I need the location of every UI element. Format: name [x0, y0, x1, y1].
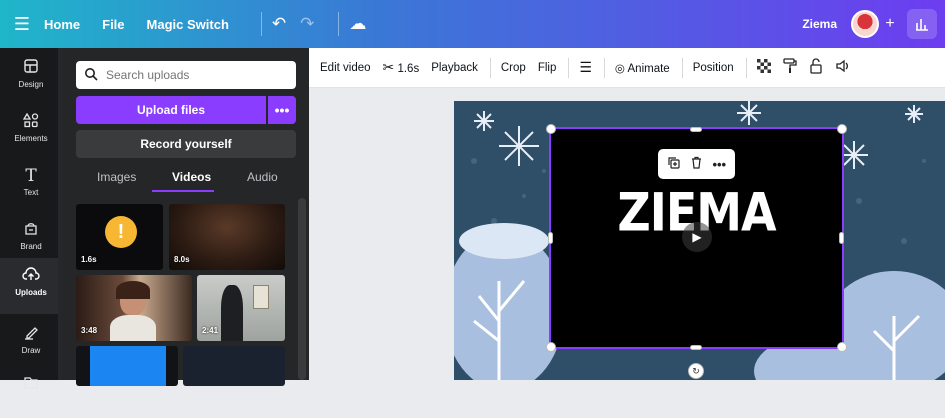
text-icon: T — [25, 166, 37, 186]
flip-button[interactable]: Flip — [538, 62, 557, 74]
resize-handle[interactable] — [690, 127, 702, 132]
lock-icon[interactable] — [809, 58, 823, 77]
divider — [603, 57, 605, 78]
floating-toolbar: ••• — [658, 149, 735, 179]
playback-button[interactable]: Playback — [431, 62, 478, 74]
trash-icon[interactable] — [690, 156, 703, 172]
uploads-panel: Upload files ••• Record yourself Images … — [62, 48, 309, 386]
video-duration: 1.6s — [81, 255, 97, 264]
rail-item-elements[interactable]: Elements — [0, 104, 62, 156]
folder-icon — [0, 374, 62, 394]
rail-label: Brand — [20, 242, 42, 251]
home-link[interactable]: Home — [44, 17, 80, 32]
transparency-icon[interactable] — [756, 59, 771, 76]
resize-handle[interactable] — [837, 124, 847, 134]
cloud-upload-icon — [0, 266, 62, 286]
cloud-saved-icon[interactable]: ☁ — [349, 14, 366, 34]
video-thumbnail[interactable] — [76, 346, 178, 386]
scissors-icon: ✂ — [382, 59, 395, 75]
tab-images[interactable]: Images — [97, 170, 136, 184]
video-thumbnail[interactable]: 3:48 — [76, 275, 192, 341]
border-style-icon[interactable]: ☰ — [579, 59, 592, 76]
side-rail: Design Elements T Text Brand Uploads Dra… — [0, 48, 62, 389]
search-icon — [84, 67, 98, 84]
divider — [681, 57, 683, 78]
search-input[interactable] — [106, 68, 286, 82]
rail-label: Draw — [21, 346, 41, 355]
resize-handle[interactable] — [548, 232, 553, 244]
upload-files-button[interactable]: Upload files — [76, 96, 266, 124]
blue-frame — [90, 346, 166, 386]
rail-label: Uploads — [15, 288, 47, 297]
shapes-icon — [0, 112, 62, 132]
magic-switch-button[interactable]: Magic Switch — [147, 17, 229, 32]
search-box[interactable] — [76, 61, 296, 89]
insights-icon[interactable] — [907, 9, 937, 39]
record-yourself-button[interactable]: Record yourself — [76, 130, 296, 158]
divider — [260, 12, 262, 36]
video-thumbnail[interactable]: 2:41 — [197, 275, 285, 341]
panel-scrollbar[interactable] — [298, 198, 306, 380]
rail-item-brand[interactable]: Brand — [0, 212, 62, 264]
rail-item-draw[interactable]: Draw — [0, 316, 62, 368]
edit-video-button[interactable]: Edit video — [320, 62, 371, 74]
rail-item-projects[interactable] — [0, 366, 62, 418]
animate-label: Animate — [627, 62, 670, 75]
rail-item-uploads[interactable]: Uploads — [0, 258, 62, 314]
add-collaborator-button[interactable]: + — [879, 10, 901, 38]
rail-item-design[interactable]: Design — [0, 50, 62, 102]
divider — [745, 57, 747, 78]
video-duration: 3:48 — [81, 326, 98, 335]
file-menu[interactable]: File — [102, 17, 124, 32]
hamburger-menu-icon[interactable]: ☰ — [0, 0, 44, 48]
trim-button[interactable]: ✂ 1.6s — [383, 59, 420, 76]
position-button[interactable]: Position — [693, 62, 734, 74]
hair-shape — [116, 281, 150, 299]
crop-button[interactable]: Crop — [501, 62, 526, 74]
user-name: Ziema — [802, 17, 837, 31]
pen-icon — [0, 324, 62, 344]
video-thumbnail[interactable]: ! 1.6s — [76, 204, 163, 270]
resize-handle[interactable] — [839, 232, 844, 244]
brand-icon — [0, 220, 62, 240]
upload-more-button[interactable]: ••• — [268, 96, 296, 124]
warning-icon: ! — [105, 216, 137, 248]
rail-label: Text — [23, 188, 39, 197]
top-bar: ☰ Home File Magic Switch ↶ ↷ ☁ Ziema + — [0, 0, 945, 48]
context-toolbar: Edit video ✂ 1.6s Playback Crop Flip ☰ ◎… — [309, 48, 945, 88]
more-options-icon[interactable]: ••• — [712, 157, 726, 172]
animate-icon: ◎ — [614, 62, 625, 75]
avatar[interactable] — [851, 10, 879, 38]
video-duration: 8.0s — [174, 255, 190, 264]
divider — [338, 12, 340, 36]
play-icon[interactable]: ▶ — [682, 222, 712, 252]
trim-duration: 1.6s — [397, 63, 420, 75]
video-duration: 2:41 — [202, 326, 219, 335]
rotate-handle-icon[interactable]: ↻ — [688, 363, 704, 379]
divider — [568, 57, 570, 78]
rail-label: Design — [18, 80, 44, 89]
picture-frame — [253, 285, 269, 309]
video-thumbnail[interactable]: 8.0s — [169, 204, 285, 270]
layout-icon — [0, 58, 62, 78]
active-tab-indicator — [152, 190, 214, 192]
resize-handle[interactable] — [546, 124, 556, 134]
resize-handle[interactable] — [546, 342, 556, 352]
rail-item-text[interactable]: T Text — [0, 158, 62, 210]
redo-icon[interactable]: ↷ — [300, 14, 314, 34]
person-shape — [221, 285, 243, 341]
collar-shape — [110, 315, 156, 341]
divider — [489, 57, 491, 78]
undo-icon[interactable]: ↶ — [272, 14, 286, 34]
resize-handle[interactable] — [837, 342, 847, 352]
paint-roller-icon[interactable] — [782, 58, 797, 77]
tab-audio[interactable]: Audio — [247, 170, 278, 184]
resize-handle[interactable] — [690, 345, 702, 350]
rail-label: Elements — [14, 134, 48, 143]
volume-icon[interactable] — [835, 59, 851, 76]
tab-videos[interactable]: Videos — [172, 170, 211, 184]
duplicate-icon[interactable] — [667, 156, 680, 172]
video-thumbnail[interactable] — [183, 346, 285, 386]
animate-button[interactable]: ◎ Animate — [615, 61, 670, 75]
